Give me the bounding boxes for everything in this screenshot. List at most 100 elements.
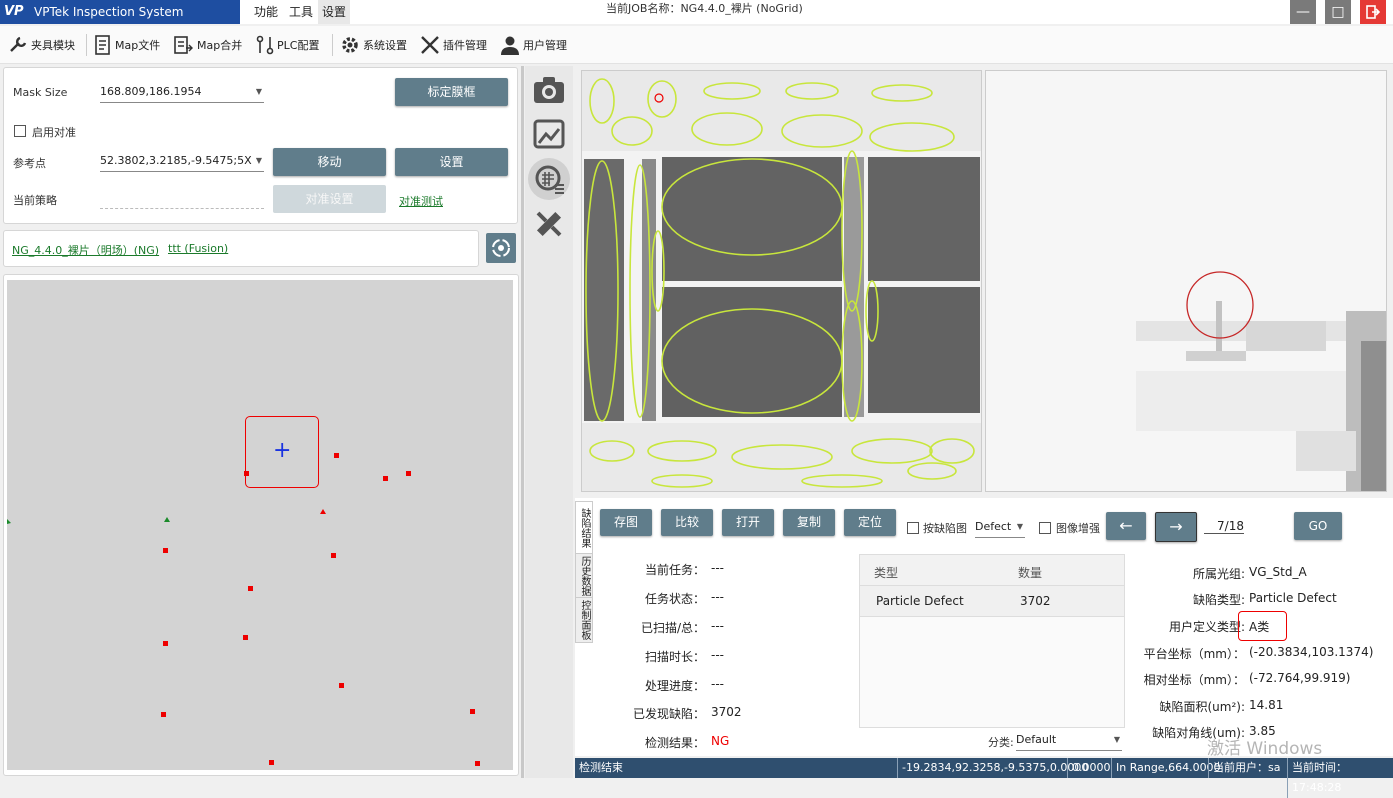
wafer-map[interactable]: + <box>7 280 513 770</box>
current-task-value: --- <box>711 561 724 575</box>
align-settings-button[interactable]: 对准设置 <box>273 185 386 213</box>
set-button[interactable]: 设置 <box>395 148 508 176</box>
defect-marker[interactable] <box>339 683 344 688</box>
enable-align-checkbox[interactable] <box>14 125 26 137</box>
exit-button[interactable] <box>1360 0 1386 24</box>
defect-marker[interactable] <box>163 548 168 553</box>
calibrate-frame-button[interactable]: 标定膜框 <box>395 78 508 106</box>
plugin-manager-button[interactable]: 插件管理 <box>420 32 487 58</box>
defect-type-value: Particle Defect <box>1249 591 1337 605</box>
map-file-label: Map文件 <box>115 39 161 52</box>
plugin-manager-label: 插件管理 <box>443 39 487 52</box>
stage-coord-value: (-20.3834,103.1374) <box>1249 645 1374 659</box>
recipe-link-fusion[interactable]: ttt (Fusion) <box>168 242 228 255</box>
copy-button[interactable]: 复制 <box>783 509 835 536</box>
light-group-value: VG_Std_A <box>1249 565 1307 579</box>
scan-duration-label: 扫描时长： <box>644 650 705 664</box>
go-button[interactable]: GO <box>1294 512 1342 540</box>
system-settings-button[interactable]: 系统设置 <box>340 32 407 58</box>
defects-found-value: 3702 <box>711 705 742 719</box>
status-bar: 检测结束 -19.2834,92.3258,-9.5375,0.0000 0.0… <box>575 758 1393 798</box>
progress-value: --- <box>711 677 724 691</box>
locate-button[interactable]: 定位 <box>844 509 896 536</box>
defect-zoom-graphic <box>986 71 1386 491</box>
recipe-link-ng[interactable]: NG_4.4.0_裸片（明场）(NG) <box>12 242 159 258</box>
defect-marker[interactable] <box>334 453 339 458</box>
tab-defect-results[interactable]: 缺陷结果 <box>575 501 593 555</box>
defect-marker[interactable] <box>244 471 249 476</box>
by-defect-checkbox[interactable] <box>907 522 919 534</box>
mask-size-select[interactable]: 168.809,186.1954 ▼ <box>100 82 264 103</box>
exit-icon <box>1366 5 1381 19</box>
defect-marker[interactable] <box>248 586 253 591</box>
app-title: VP VPTek Inspection System 1.0.0.0[Admin… <box>0 0 240 43</box>
next-defect-button[interactable]: → <box>1155 512 1197 542</box>
prev-defect-button[interactable]: ← <box>1106 512 1146 540</box>
menu-settings[interactable]: 设置 <box>318 0 350 24</box>
results-panel: 缺陷结果 历史数据 控制面板 存图 比较 打开 复制 定位 按缺陷图 Defec… <box>575 498 1393 759</box>
enhance-label: 图像增强 <box>1056 522 1100 535</box>
table-row[interactable]: Particle Defect 3702 <box>860 586 1124 617</box>
defect-area-value: 14.81 <box>1249 698 1284 712</box>
defect-marker[interactable] <box>475 761 480 766</box>
measure-tool-button[interactable] <box>528 203 570 245</box>
user-manager-label: 用户管理 <box>523 39 567 52</box>
save-image-button[interactable]: 存图 <box>600 509 652 536</box>
defect-marker[interactable] <box>163 641 168 646</box>
defect-marker[interactable] <box>331 553 336 558</box>
image-analysis-button[interactable] <box>528 113 570 155</box>
mask-size-label: Mask Size <box>13 86 68 99</box>
ref-point-label: 参考点 <box>13 157 46 170</box>
enhance-checkbox[interactable] <box>1039 522 1051 534</box>
menu-tools[interactable]: 工具 <box>289 0 313 24</box>
wrench-icon <box>10 36 27 52</box>
map-file-button[interactable]: Map文件 <box>94 32 160 58</box>
plc-config-button[interactable]: PLC配置 <box>256 32 319 58</box>
map-merge-button[interactable]: Map合并 <box>174 32 242 58</box>
title-bar: VP VPTek Inspection System 1.0.0.0[Admin… <box>0 0 1393 43</box>
view-tools-column <box>525 66 573 778</box>
move-button[interactable]: 移动 <box>273 148 386 176</box>
camera-icon <box>534 77 564 103</box>
defect-marker[interactable] <box>269 760 274 765</box>
defect-marker[interactable] <box>161 712 166 717</box>
defect-marker[interactable] <box>383 476 388 481</box>
align-test-link[interactable]: 对准测试 <box>399 193 443 209</box>
document-icon <box>95 35 110 55</box>
maximize-button[interactable]: □ <box>1325 0 1351 24</box>
menu-function[interactable]: 功能 <box>254 0 278 24</box>
open-button[interactable]: 打开 <box>722 509 774 536</box>
merge-document-icon <box>174 36 193 54</box>
relative-coord-label: 相对坐标（mm）： <box>1143 673 1245 687</box>
compare-button[interactable]: 比较 <box>661 509 713 536</box>
user-type-label: 用户定义类型: <box>1168 620 1245 634</box>
plc-icon <box>256 35 274 55</box>
tab-history-data[interactable]: 历史数据 <box>575 553 593 599</box>
table-header <box>860 555 1124 586</box>
defect-marker[interactable] <box>243 635 248 640</box>
tab-control-panel[interactable]: 控制面板 <box>575 597 593 643</box>
die-image-overview[interactable] <box>581 70 982 492</box>
refresh-recipe-button[interactable] <box>486 233 516 263</box>
defect-zoom-image[interactable] <box>985 70 1387 492</box>
minimize-button[interactable]: — <box>1290 0 1316 24</box>
chevron-down-icon: ▼ <box>255 156 262 165</box>
scanned-total-label: 已扫描/总： <box>640 621 705 635</box>
page-input[interactable]: 7/18 <box>1204 519 1244 534</box>
crosshair-icon: + <box>273 438 292 463</box>
user-manager-button[interactable]: 用户管理 <box>500 32 567 58</box>
wafer-view-button[interactable] <box>528 158 570 200</box>
camera-button[interactable] <box>528 69 570 111</box>
image-chart-icon <box>533 119 565 149</box>
user-type-value: A类 <box>1249 620 1270 634</box>
defect-filter-select[interactable]: Defect ▼ <box>975 517 1025 538</box>
stage-coord-label: 平台坐标（mm）： <box>1143 647 1245 661</box>
current-task-label: 当前任务： <box>644 563 705 577</box>
status-user: 当前用户：sa <box>1208 758 1280 778</box>
fixture-module-button[interactable]: 夹具模块 <box>8 32 75 58</box>
arrow-left-icon: ← <box>1119 516 1133 535</box>
defect-marker[interactable] <box>406 471 411 476</box>
ref-point-select[interactable]: 52.3802,3.2185,-9.5475;5X ▼ <box>100 151 264 172</box>
splitter[interactable] <box>521 66 524 778</box>
defect-marker[interactable] <box>470 709 475 714</box>
